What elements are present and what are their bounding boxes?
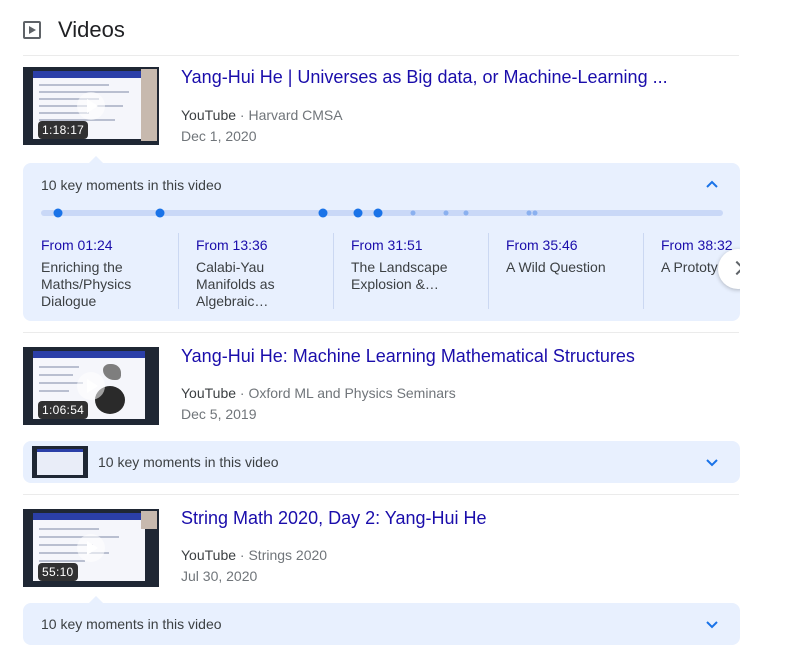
platform-name: YouTube [181, 385, 237, 401]
timeline-dot[interactable] [353, 208, 363, 218]
moment-time: From 38:32 [661, 237, 733, 253]
videos-header: Videos [23, 14, 125, 46]
timeline-dot[interactable] [532, 210, 538, 216]
moment-time: From 35:46 [506, 237, 578, 253]
key-moment-item[interactable]: From 13:36 Calabi-Yau Manifolds as Algeb… [178, 233, 333, 309]
key-moments-timeline[interactable] [41, 208, 723, 218]
key-moment-item[interactable]: From 35:46 A Wild Question [488, 233, 643, 309]
play-icon [77, 372, 105, 400]
moment-time: From 31:51 [351, 237, 423, 253]
duration-badge: 1:18:17 [38, 121, 89, 139]
moment-time: From 13:36 [196, 237, 268, 253]
platform-name: YouTube [181, 547, 237, 563]
channel-name: Harvard CMSA [248, 107, 343, 123]
divider [23, 332, 739, 333]
timeline-dot[interactable] [53, 208, 63, 218]
timeline-dot[interactable] [410, 210, 416, 216]
video-title-link[interactable]: String Math 2020, Day 2: Yang-Hui He [181, 508, 487, 529]
moment-label: A Wild Question [506, 259, 606, 275]
key-moments-header: 10 key moments in this video [98, 454, 279, 470]
key-moments-header: 10 key moments in this video [41, 616, 222, 632]
video-title-link[interactable]: Yang-Hui He | Universes as Big data, or … [181, 67, 668, 88]
key-moment-item[interactable]: From 31:51 The Landscape Explosion &… [333, 233, 488, 309]
video-thumbnail[interactable]: 1:18:17 [23, 67, 159, 145]
timeline-dot[interactable] [526, 210, 532, 216]
key-moment-item[interactable]: From 01:24 Enriching the Maths/Physics D… [23, 233, 178, 309]
play-icon [77, 92, 105, 120]
moment-label: The Landscape Explosion &… [351, 259, 448, 292]
separator: · [239, 547, 245, 563]
key-moments-header: 10 key moments in this video [41, 177, 222, 193]
video-thumbnail[interactable]: 55:10 [23, 509, 159, 587]
play-icon [77, 534, 105, 562]
moment-label: Enriching the Maths/Physics Dialogue [41, 259, 132, 309]
chevron-up-icon[interactable] [702, 175, 722, 195]
chevron-down-icon[interactable] [702, 614, 722, 634]
chevron-down-icon[interactable] [702, 452, 722, 472]
duration-badge: 55:10 [38, 563, 78, 581]
divider [23, 494, 739, 495]
separator: · [239, 107, 245, 123]
key-moments-collapsed-bar[interactable]: 10 key moments in this video [23, 603, 740, 645]
video-title-link[interactable]: Yang-Hui He: Machine Learning Mathematic… [181, 346, 635, 367]
timeline-dot[interactable] [155, 208, 165, 218]
channel-name: Strings 2020 [248, 547, 328, 563]
key-moments-collapsed-bar[interactable]: 10 key moments in this video [23, 441, 740, 483]
divider [23, 55, 739, 56]
speaker-cam [141, 511, 157, 529]
timeline-dot[interactable] [318, 208, 328, 218]
video-date: Dec 5, 2019 [181, 406, 257, 422]
mini-thumbnail [32, 446, 88, 478]
video-date: Jul 30, 2020 [181, 568, 258, 584]
video-thumbnail[interactable]: 1:06:54 [23, 347, 159, 425]
timeline-dot[interactable] [443, 210, 449, 216]
video-source: YouTube · Oxford ML and Physics Seminars [181, 385, 456, 401]
video-date: Dec 1, 2020 [181, 128, 257, 144]
speaker-cam [141, 69, 157, 141]
duration-badge: 1:06:54 [38, 401, 89, 419]
channel-name: Oxford ML and Physics Seminars [248, 385, 456, 401]
separator: · [239, 385, 245, 401]
key-moments-panel: 10 key moments in this video From 01:24 … [23, 163, 740, 321]
moment-time: From 01:24 [41, 237, 113, 253]
moment-label: Calabi-Yau Manifolds as Algebraic… [196, 259, 275, 309]
section-title: Videos [58, 17, 125, 42]
play-box-icon [23, 21, 41, 39]
timeline-dot[interactable] [463, 210, 469, 216]
video-source: YouTube · Harvard CMSA [181, 107, 343, 123]
video-source: YouTube · Strings 2020 [181, 547, 327, 563]
key-moments-list: From 01:24 Enriching the Maths/Physics D… [23, 233, 740, 321]
timeline-dot[interactable] [373, 208, 383, 218]
platform-name: YouTube [181, 107, 237, 123]
